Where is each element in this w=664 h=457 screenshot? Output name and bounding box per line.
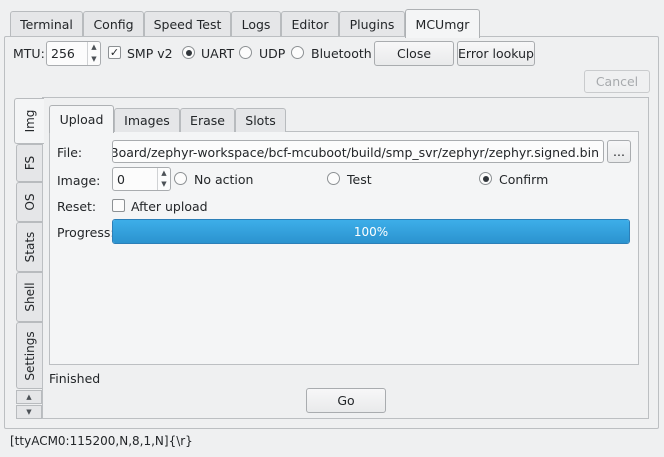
tab-label: Stats [22, 231, 37, 263]
tab-config[interactable]: Config [83, 11, 144, 37]
file-label: File: [57, 145, 83, 160]
tab-label: Erase [190, 113, 225, 128]
tab-editor[interactable]: Editor [281, 11, 339, 37]
mtu-label: MTU: [13, 46, 45, 61]
file-path-input[interactable]: /BeagleBoard/zephyr-workspace/bcf-mcuboo… [112, 140, 604, 163]
tab-label: Img [22, 109, 37, 133]
mtu-spinbox[interactable]: 256 ▲ ▼ [46, 41, 101, 66]
test-radio[interactable] [327, 172, 340, 185]
confirm-label: Confirm [499, 172, 549, 187]
side-tab-fs[interactable]: FS [16, 144, 42, 182]
tab-label: FS [22, 155, 37, 171]
mtu-value: 256 [51, 46, 75, 61]
file-path-value: /BeagleBoard/zephyr-workspace/bcf-mcuboo… [112, 145, 599, 160]
spin-arrows: ▲ ▼ [157, 168, 170, 190]
spin-arrows: ▲ ▼ [87, 42, 100, 65]
tab-label: Logs [241, 17, 271, 32]
tab-label: Upload [59, 112, 104, 127]
check-icon: ✓ [109, 46, 120, 59]
no-action-label: No action [194, 172, 254, 187]
chevron-down-icon[interactable]: ▼ [158, 179, 170, 190]
confirm-radio[interactable] [479, 172, 492, 185]
side-tab-settings[interactable]: Settings [16, 322, 42, 389]
image-value: 0 [117, 172, 125, 187]
tab-images[interactable]: Images [114, 108, 180, 132]
smp-v2-checkbox[interactable]: ✓ [108, 46, 121, 59]
chevron-down-icon[interactable]: ▼ [88, 54, 100, 66]
bluetooth-radio[interactable] [291, 46, 304, 59]
error-lookup-button[interactable]: Error lookup [457, 41, 535, 66]
upload-progress-bar: 100% [112, 219, 630, 244]
tab-label: Slots [245, 113, 276, 128]
test-label: Test [347, 172, 372, 187]
tab-erase[interactable]: Erase [180, 108, 235, 132]
udp-label: UDP [259, 46, 286, 61]
progress-label: Progress: [57, 225, 115, 240]
scroll-up-button[interactable]: ▲ [16, 390, 42, 404]
tab-label: Settings [22, 330, 37, 381]
image-spinbox[interactable]: 0 ▲ ▼ [112, 167, 171, 191]
tab-plugins[interactable]: Plugins [339, 11, 405, 37]
smp-v2-label: SMP v2 [127, 46, 173, 61]
tab-slots[interactable]: Slots [235, 108, 286, 132]
side-tab-img[interactable]: Img [14, 98, 44, 144]
tab-upload[interactable]: Upload [49, 105, 114, 133]
tab-label: Editor [291, 17, 329, 32]
tab-logs[interactable]: Logs [231, 11, 281, 37]
chevron-up-icon[interactable]: ▲ [88, 42, 100, 54]
tab-speed-test[interactable]: Speed Test [144, 11, 231, 37]
tab-label: Speed Test [153, 17, 222, 32]
progress-text: 100% [353, 225, 389, 239]
go-button[interactable]: Go [306, 388, 386, 413]
after-upload-label: After upload [131, 199, 208, 214]
tab-label: MCUmgr [415, 16, 470, 32]
bluetooth-label: Bluetooth [311, 46, 372, 61]
tab-label: Config [93, 17, 134, 32]
chevron-up-icon[interactable]: ▲ [158, 168, 170, 179]
tab-terminal[interactable]: Terminal [10, 11, 83, 37]
side-tab-shell[interactable]: Shell [16, 272, 42, 322]
tab-label: Plugins [349, 17, 395, 32]
uart-radio[interactable] [182, 46, 195, 59]
after-upload-checkbox[interactable] [112, 199, 125, 212]
cancel-button[interactable]: Cancel [584, 70, 650, 93]
tab-label: OS [22, 193, 37, 211]
reset-label: Reset: [57, 199, 97, 214]
tab-mcumgr[interactable]: MCUmgr [405, 9, 480, 38]
udp-radio[interactable] [239, 46, 252, 59]
browse-button[interactable]: ... [607, 140, 631, 163]
chevron-up-icon: ▲ [26, 393, 32, 401]
tab-label: Terminal [20, 17, 73, 32]
scroll-down-button[interactable]: ▼ [16, 405, 42, 419]
status-text: Finished [49, 371, 101, 386]
side-tab-os[interactable]: OS [16, 182, 42, 222]
image-label: Image: [57, 173, 101, 188]
close-button[interactable]: Close [374, 41, 454, 66]
uart-label: UART [201, 46, 235, 61]
tab-label: Images [124, 113, 170, 128]
no-action-radio[interactable] [174, 172, 187, 185]
side-tab-stats[interactable]: Stats [16, 222, 42, 272]
chevron-down-icon: ▼ [26, 408, 32, 416]
tab-label: Shell [22, 282, 37, 312]
status-bar: [ttyACM0:115200,N,8,1,N]{\r} [10, 434, 193, 448]
